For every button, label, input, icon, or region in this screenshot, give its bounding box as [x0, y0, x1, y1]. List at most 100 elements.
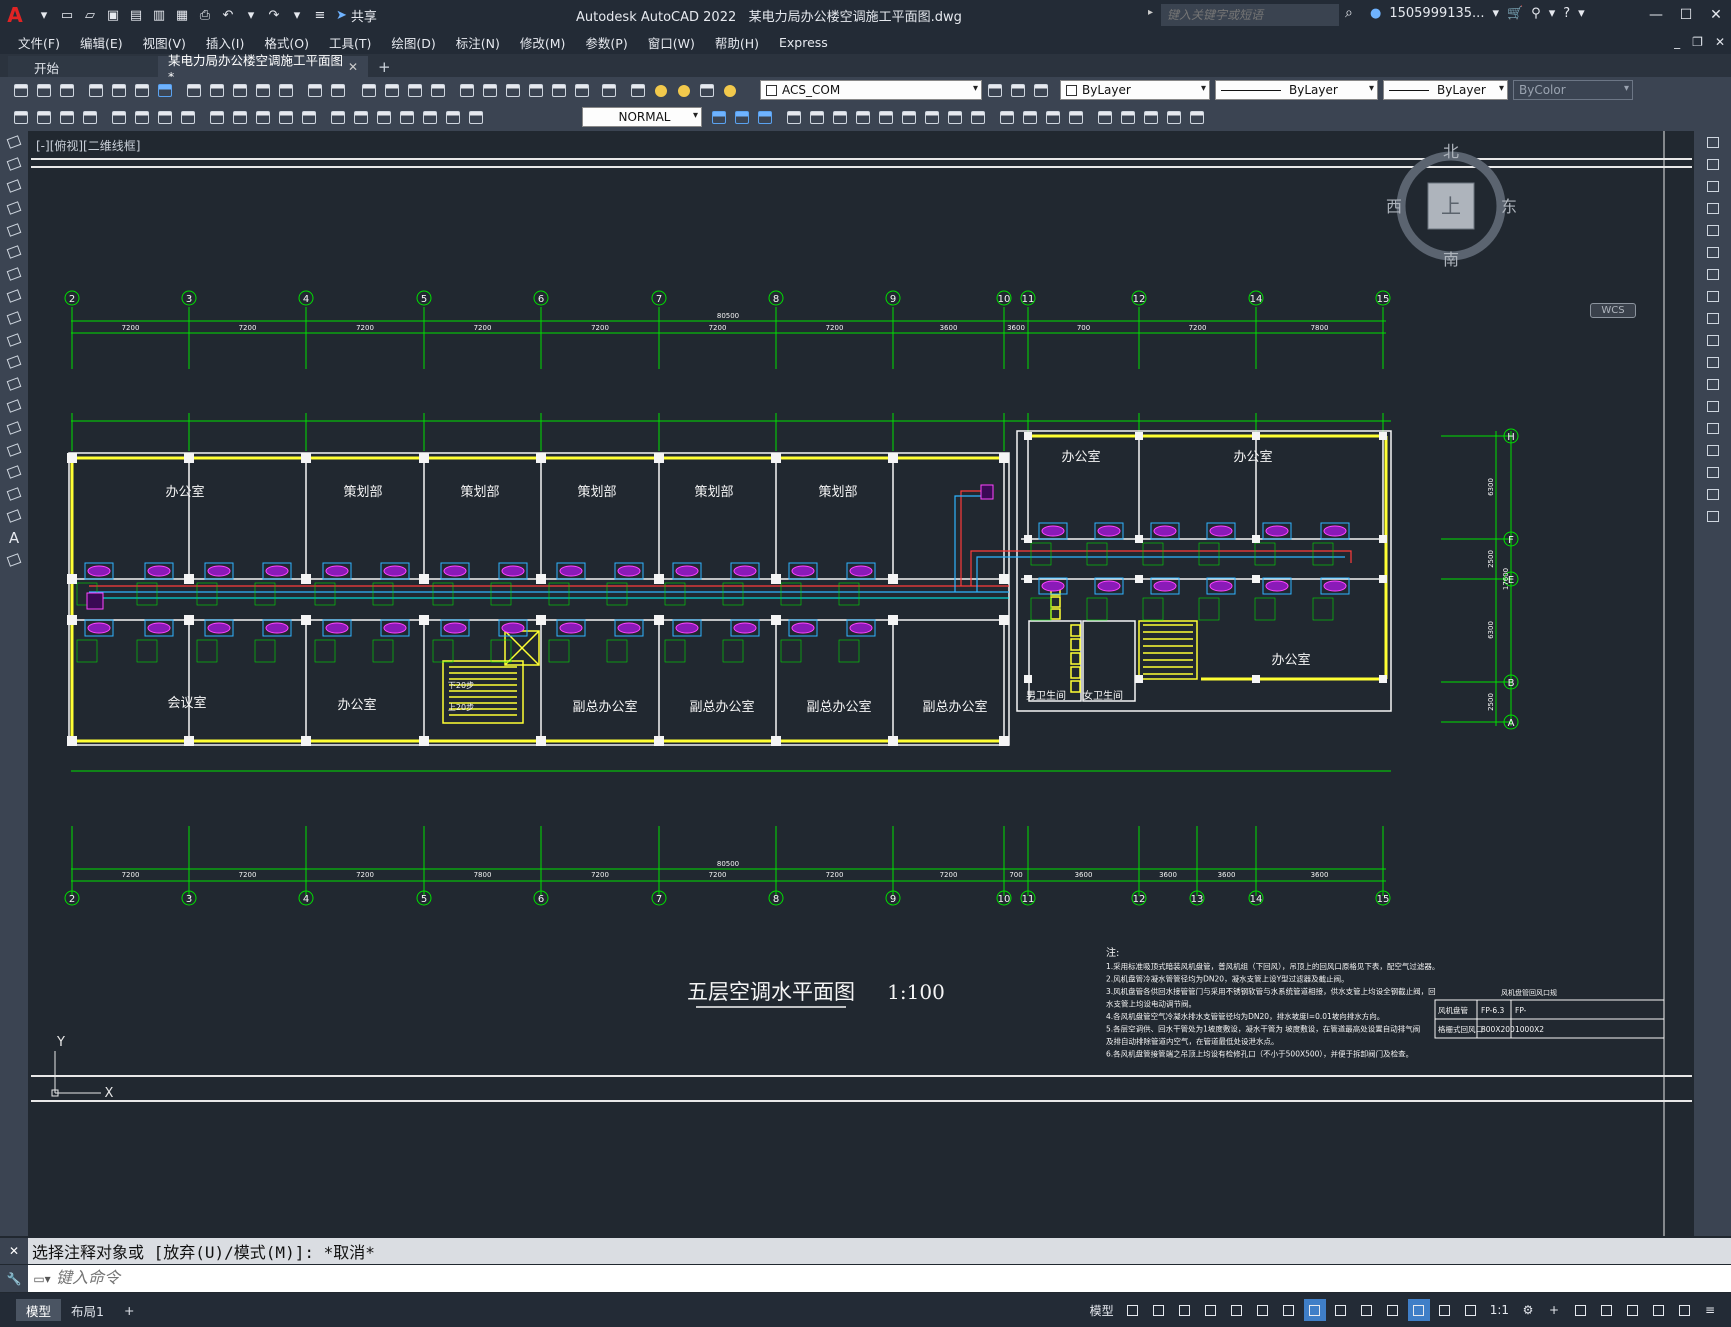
region-icon[interactable]: [0, 483, 28, 505]
chamfer-icon[interactable]: [1019, 107, 1040, 128]
dim-baseline-icon[interactable]: [229, 107, 250, 128]
dim-update-icon[interactable]: [465, 107, 486, 128]
erase-icon[interactable]: [708, 107, 729, 128]
tool-save-icon[interactable]: [56, 80, 77, 101]
tab-close-icon[interactable]: ✕: [348, 60, 358, 74]
tool-zoom-previous-icon[interactable]: [427, 80, 448, 101]
spline-icon[interactable]: [0, 307, 28, 329]
dim-break-icon[interactable]: [298, 107, 319, 128]
hatch-icon[interactable]: [0, 439, 28, 461]
tool-zoom-window-icon[interactable]: [404, 80, 425, 101]
tab-start[interactable]: 开始: [8, 56, 158, 78]
tab-model[interactable]: 模型: [16, 1299, 62, 1321]
polygon-icon[interactable]: [0, 197, 28, 219]
command-input[interactable]: [56, 1266, 1556, 1291]
ellipse-arc-icon[interactable]: [0, 351, 28, 373]
tool-help-icon[interactable]: [598, 80, 619, 101]
customize-icon[interactable]: 🔧: [0, 1265, 28, 1292]
tab-layout1[interactable]: 布局1: [61, 1299, 114, 1321]
menu-modify[interactable]: 修改(M): [510, 30, 576, 54]
menu-express[interactable]: Express: [769, 30, 838, 54]
layer-lock-icon[interactable]: [719, 80, 740, 101]
doc-close-icon[interactable]: ✕: [1715, 35, 1725, 49]
redo-icon[interactable]: ↷: [264, 5, 284, 25]
menu-edit[interactable]: 编辑(E): [70, 30, 133, 54]
tool-calculator-icon[interactable]: [571, 80, 592, 101]
menu-parametric[interactable]: 参数(P): [575, 30, 637, 54]
stretch-icon[interactable]: [1694, 307, 1731, 329]
break-point-icon[interactable]: [1694, 373, 1731, 395]
doc-restore-icon[interactable]: ❐: [1692, 35, 1703, 49]
explode-icon[interactable]: [1065, 107, 1086, 128]
array-icon[interactable]: [1694, 219, 1731, 241]
copy-object-icon[interactable]: [731, 107, 752, 128]
tool-layer-manager-icon[interactable]: [627, 80, 648, 101]
arc-icon[interactable]: [0, 241, 28, 263]
object-snap-tracking-icon[interactable]: [1303, 1299, 1326, 1321]
units-icon[interactable]: [1569, 1299, 1591, 1321]
insert-block-icon[interactable]: [0, 373, 28, 395]
make-block-icon[interactable]: [0, 395, 28, 417]
offset-icon[interactable]: [1694, 197, 1731, 219]
search-expand-icon[interactable]: ▸: [1148, 7, 1153, 18]
tool-sheetset-icon[interactable]: [525, 80, 546, 101]
trim-icon[interactable]: [1694, 329, 1731, 351]
blend-icon[interactable]: [1694, 483, 1731, 505]
lineweight-icon[interactable]: [1356, 1299, 1378, 1321]
dim-aligned-icon[interactable]: [33, 107, 54, 128]
dim-jogged-icon[interactable]: [131, 107, 152, 128]
viewcube-south[interactable]: 南: [1443, 250, 1459, 269]
explode-icon[interactable]: [1694, 505, 1731, 527]
polar-icon[interactable]: [1252, 1299, 1274, 1321]
snap-icon[interactable]: [1148, 1299, 1170, 1321]
layer-vp-icon[interactable]: [696, 80, 717, 101]
tool-zoom-realtime-icon[interactable]: [381, 80, 402, 101]
dim-continue-icon[interactable]: [252, 107, 273, 128]
tool-markup-icon[interactable]: [548, 80, 569, 101]
center-mark-icon[interactable]: [350, 107, 371, 128]
user-menu[interactable]: ● 1505999135... ▾ 🛒 ⚲ ▾? ▾: [1370, 6, 1585, 21]
tab-drawing[interactable]: 某电力局办公楼空调施工平面图*✕: [158, 53, 368, 84]
tool-open-icon[interactable]: [33, 80, 54, 101]
maximize-icon[interactable]: ☐: [1671, 0, 1701, 30]
scale-icon[interactable]: [1694, 285, 1731, 307]
save-icon[interactable]: ▣: [103, 5, 123, 25]
clean-screen-icon[interactable]: [1673, 1299, 1695, 1321]
isolate-icon[interactable]: [1621, 1299, 1643, 1321]
linetype-select[interactable]: ByLayer ▾: [1215, 80, 1378, 100]
add-layout-button[interactable]: +: [114, 1299, 144, 1321]
hatch-icon[interactable]: [1140, 107, 1161, 128]
move-icon[interactable]: [829, 107, 850, 128]
customize-icon[interactable]: ≡: [310, 5, 330, 25]
tool-undo-icon[interactable]: [304, 80, 325, 101]
region-icon[interactable]: [1163, 107, 1184, 128]
layer-freeze-icon[interactable]: [673, 80, 694, 101]
point-icon[interactable]: [0, 417, 28, 439]
layer-on-icon[interactable]: [650, 80, 671, 101]
join-icon[interactable]: [996, 107, 1017, 128]
dim-space-icon[interactable]: [275, 107, 296, 128]
wcs-menu[interactable]: WCS: [1590, 303, 1636, 318]
polyline-icon[interactable]: [0, 175, 28, 197]
undo-dropdown-icon[interactable]: ▾: [241, 5, 261, 25]
dim-radius-icon[interactable]: [108, 107, 129, 128]
close-icon[interactable]: ✕: [1701, 0, 1731, 30]
auto-scale-icon[interactable]: [1460, 1299, 1482, 1321]
line-icon[interactable]: [0, 131, 28, 153]
rotate-icon[interactable]: [1694, 263, 1731, 285]
tool-properties-icon[interactable]: [456, 80, 477, 101]
color-select[interactable]: ByLayer ▾: [1060, 80, 1210, 100]
break-icon[interactable]: [967, 107, 988, 128]
insert-block-icon[interactable]: [1094, 107, 1115, 128]
search-input[interactable]: [1161, 4, 1339, 26]
workspace-gear-icon[interactable]: ⚙: [1517, 1299, 1539, 1321]
plot-icon[interactable]: ⎙: [195, 5, 215, 25]
saveas-icon[interactable]: ▤: [126, 5, 146, 25]
plotstyle-select[interactable]: ByColor ▾: [1513, 80, 1633, 100]
menu-window[interactable]: 窗口(W): [638, 30, 705, 54]
dim-textedit-icon[interactable]: [442, 107, 463, 128]
dim-diameter-icon[interactable]: [154, 107, 175, 128]
layer-previous-icon[interactable]: [1007, 80, 1028, 101]
dim-angular-icon[interactable]: [177, 107, 198, 128]
tool-preview-icon[interactable]: [108, 80, 129, 101]
